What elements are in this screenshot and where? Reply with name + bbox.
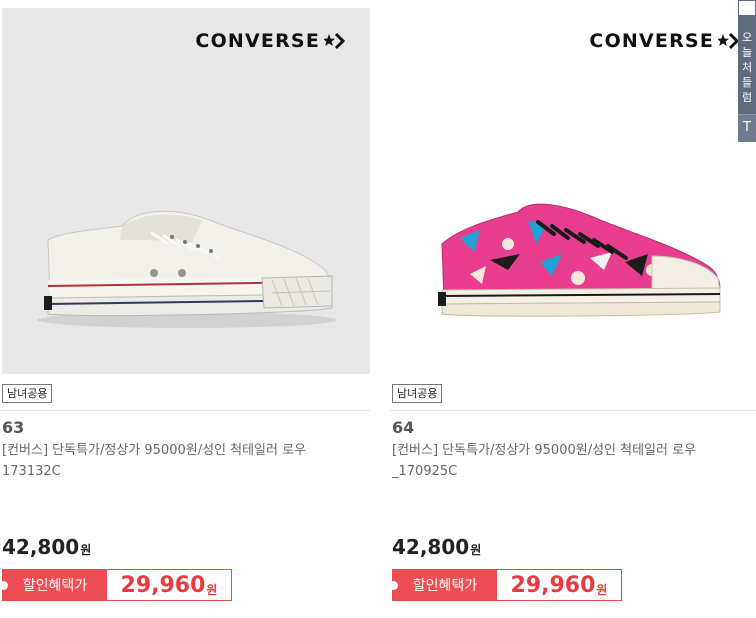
white-sneaker-image bbox=[37, 210, 337, 328]
side-panel-text: 오늘 처 들 럼 bbox=[742, 31, 753, 104]
price-value: 42,800 bbox=[392, 535, 470, 559]
sale-price: 29,960 원 bbox=[107, 570, 231, 600]
sale-price-box: 할인혜택가 29,960 원 bbox=[389, 569, 622, 601]
scroll-top-button[interactable]: T bbox=[738, 114, 756, 142]
product-title-link[interactable]: [컨버스] 단독특가/정상가 95000원/성인 척테일러 로우_170925C bbox=[392, 440, 752, 482]
pink-sneaker-image bbox=[438, 203, 721, 317]
item-number: 63 bbox=[2, 418, 25, 437]
gender-badge: 남녀공용 bbox=[392, 384, 443, 403]
product-card-64[interactable]: CONVERSE 남녀공용 64 [컨버스] 단독특가/정상가 95000원/성… bbox=[389, 0, 756, 618]
item-number: 64 bbox=[392, 418, 415, 437]
regular-price: 42,800원 bbox=[392, 535, 481, 559]
sale-price-box: 할인혜택가 29,960 원 bbox=[0, 569, 232, 601]
sale-price-unit: 원 bbox=[206, 582, 218, 597]
sale-price-value: 29,960 bbox=[120, 572, 206, 598]
price-value: 42,800 bbox=[2, 535, 80, 559]
sale-label-text: 할인혜택가 bbox=[412, 578, 478, 594]
dot-icon bbox=[389, 581, 398, 590]
sale-price: 29,960 원 bbox=[497, 570, 621, 600]
sale-label-text: 할인혜택가 bbox=[22, 578, 88, 594]
dot-icon bbox=[0, 581, 8, 590]
price-unit: 원 bbox=[80, 543, 92, 557]
product-card-63[interactable]: CONVERSE 남녀공용 63 [컨버스] 단독특가/정상가 95000원/성… bbox=[0, 0, 380, 618]
gender-badge: 남녀공용 bbox=[2, 384, 53, 403]
product-title-link[interactable]: [컨버스] 단독특가/정상가 95000원/성인 척테일러 로우 173132C bbox=[2, 440, 362, 482]
sale-label: 할인혜택가 bbox=[0, 570, 107, 600]
product-image[interactable]: CONVERSE bbox=[2, 8, 370, 374]
sale-price-unit: 원 bbox=[596, 582, 608, 597]
divider bbox=[390, 410, 756, 411]
sale-label: 할인혜택가 bbox=[389, 570, 497, 600]
sale-price-value: 29,960 bbox=[510, 572, 596, 598]
price-unit: 원 bbox=[470, 543, 482, 557]
floating-side-panel[interactable]: 오늘 처 들 럼 T bbox=[738, 0, 756, 142]
side-panel-bar-symbol: T bbox=[743, 120, 751, 135]
side-panel-header bbox=[738, 0, 756, 16]
divider bbox=[0, 410, 370, 411]
product-image[interactable]: CONVERSE bbox=[390, 8, 756, 374]
regular-price: 42,800원 bbox=[2, 535, 91, 559]
